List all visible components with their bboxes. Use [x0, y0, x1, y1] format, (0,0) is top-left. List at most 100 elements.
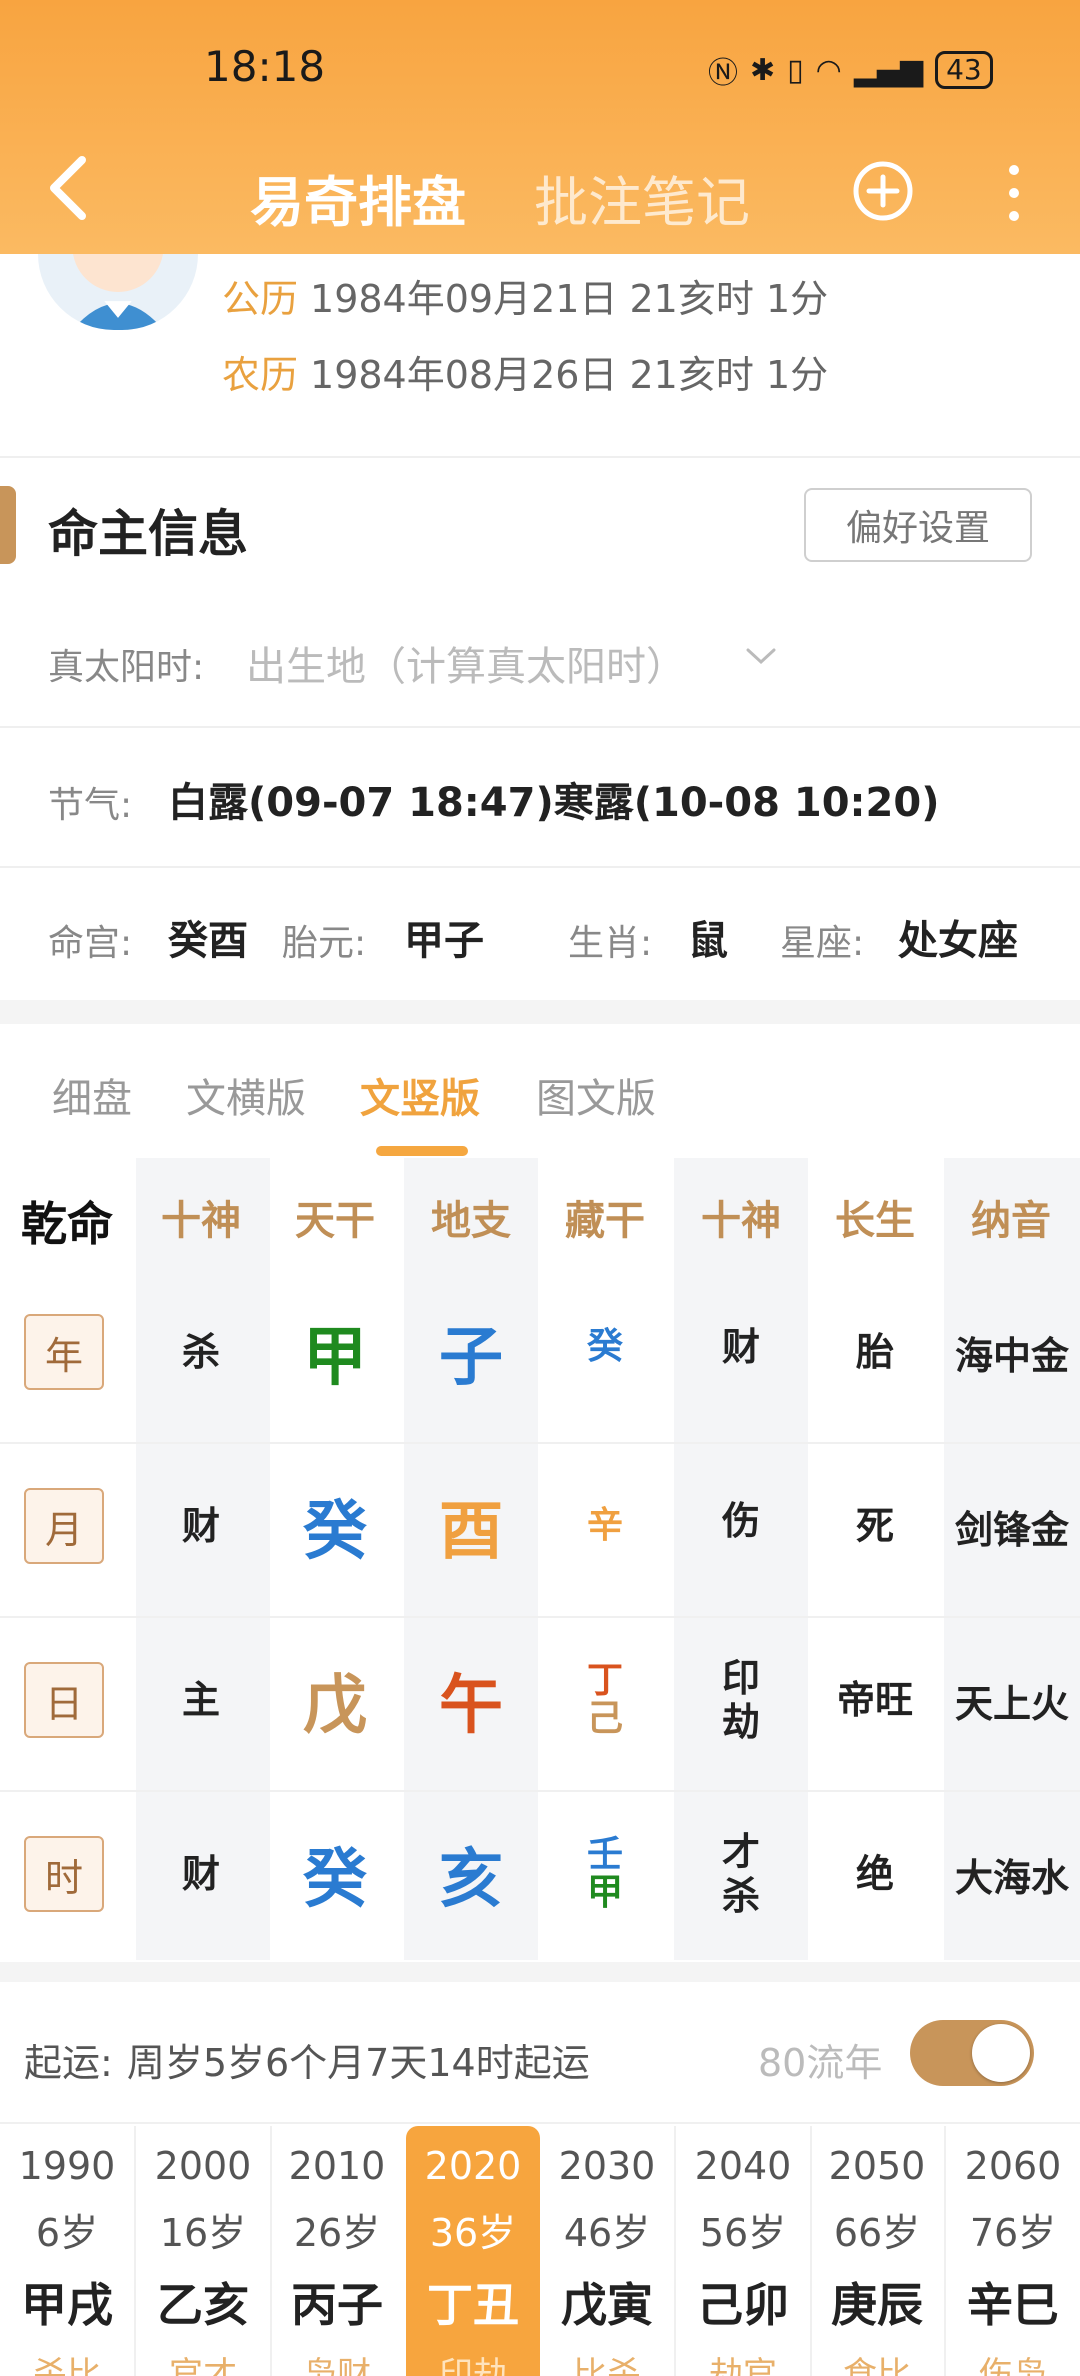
xingzuo-label: 星座: [780, 923, 865, 964]
table-cell: 才 杀 [674, 1794, 808, 1954]
tab-tuwen[interactable]: 图文版 [536, 1066, 656, 1124]
table-cell: 财 [134, 1794, 268, 1954]
dayun-year: 2000 [154, 2144, 252, 2188]
cell-text: 杀 [721, 1874, 760, 1918]
tab-xipan[interactable]: 细盘 [52, 1066, 132, 1124]
dayun-ganzhi: 丁丑 [427, 2278, 519, 2332]
cell-text: 劫 [721, 1700, 760, 1744]
table-cell: 癸 [538, 1272, 672, 1422]
dayun-ganzhi: 庚辰 [831, 2278, 923, 2332]
tab-wenshu[interactable]: 文竖版 [360, 1066, 480, 1124]
xingzuo-value: 处女座 [898, 918, 1018, 964]
cell-text: 胎 [855, 1330, 894, 1374]
lunar-date: 1984年08月26日 21亥时 1分 [310, 353, 829, 397]
cell-zhi: 酉 [439, 1495, 503, 1569]
dayun-year: 2010 [288, 2144, 386, 2188]
cell-gan: 戊 [303, 1669, 367, 1743]
cell-gan: 甲 [303, 1321, 367, 1395]
dayun-ganzhi: 甲戌 [21, 2278, 113, 2332]
tab-pizhu-biji[interactable]: 批注笔记 [534, 158, 750, 237]
dayun-shishen: 食比 [843, 2355, 911, 2376]
dayun-item[interactable]: 2030 46岁 戊寅 比杀 [540, 2126, 674, 2376]
solar-date: 1984年09月21日 21亥时 1分 [310, 277, 829, 321]
chevron-down-icon[interactable] [744, 644, 778, 668]
dayun-age: 26岁 [293, 2211, 381, 2255]
table-cell: 午 [404, 1620, 538, 1780]
cell-nayin: 剑锋金 [954, 1507, 1069, 1552]
table-cell: 胎 [808, 1272, 942, 1432]
dayun-item[interactable]: 2010 26岁 丙子 枭财 [270, 2126, 404, 2376]
table-cell: 海中金 [944, 1272, 1080, 1432]
dayun-year: 2060 [964, 2144, 1062, 2188]
dayun-item[interactable]: 1990 6岁 甲戌 杀比 [0, 2126, 134, 2376]
birthplace-select[interactable]: 出生地（计算真太阳时） [246, 634, 686, 692]
table-cell: 财 [674, 1272, 808, 1422]
section-title: 命主信息 [48, 505, 248, 563]
solar-tag: 公历 [222, 277, 299, 321]
minggong-value: 癸酉 [168, 918, 248, 964]
cell-text: 伤 [721, 1499, 760, 1543]
cell-zhi: 午 [439, 1669, 503, 1743]
dayun-shishen: 枭财 [303, 2355, 371, 2376]
dayun-item[interactable]: 2050 66岁 庚辰 食比 [810, 2126, 944, 2376]
dayun-item[interactable]: 2060 76岁 辛巳 伤枭 [946, 2126, 1080, 2376]
bluetooth-icon: ✱ [750, 52, 776, 88]
dayun-age: 56岁 [699, 2211, 787, 2255]
row-divider [0, 1790, 1080, 1792]
qiyun-label: 起运: [24, 2041, 113, 2085]
nfc-icon: Ⓝ [708, 56, 738, 91]
qiyun-value: 周岁5岁6个月7天14时起运 [126, 2041, 590, 2085]
more-vertical-icon[interactable] [996, 160, 1032, 226]
cell-gan: 癸 [303, 1843, 367, 1917]
divider [0, 2122, 1080, 2124]
dayun-shishen: 劫官 [709, 2355, 777, 2376]
cell-gan: 癸 [303, 1495, 367, 1569]
row-divider [0, 1442, 1080, 1444]
preference-settings-button[interactable]: 偏好设置 [804, 488, 1032, 562]
cell-text: 帝旺 [836, 1678, 913, 1722]
battery-indicator: 43 [935, 51, 993, 89]
dayun-age: 76岁 [969, 2211, 1057, 2255]
tab-yiqi-paipan[interactable]: 易奇排盘 [250, 158, 466, 237]
dayun-item[interactable]: 2040 56岁 己卯 劫官 [676, 2126, 810, 2376]
avatar [38, 254, 198, 330]
qiyun-text: 起运: 周岁5岁6个月7天14时起运 [24, 2032, 590, 2087]
table-cell: 帝旺 [808, 1620, 942, 1780]
cell-canggan: 甲 [586, 1872, 623, 1913]
cell-text: 财 [181, 1852, 220, 1896]
solar-date-row: 公历 1984年09月21日 21亥时 1分 [222, 268, 828, 323]
table-cell: 子 [404, 1272, 538, 1432]
row-label-day: 日 [24, 1662, 104, 1738]
chart-corner-label: 乾命 [21, 1197, 113, 1251]
table-cell: 大海水 [944, 1794, 1080, 1954]
dayun-age: 66岁 [833, 2211, 921, 2255]
dayun-ganzhi: 己卯 [697, 2278, 789, 2332]
dayun-shishen: 杀比 [33, 2355, 101, 2376]
table-cell: 天上火 [944, 1620, 1080, 1780]
dayun-shishen: 官才 [169, 2355, 237, 2376]
status-icons: Ⓝ ✱ ▯ ◠ ▂▄▆ 43 [708, 48, 993, 92]
table-cell: 主 [134, 1620, 268, 1780]
add-circle-icon[interactable] [852, 160, 914, 222]
dayun-year: 2040 [694, 2144, 792, 2188]
status-time: 18:18 [204, 42, 326, 91]
header-tiangan: 天干 [295, 1198, 375, 1244]
cell-text: 死 [855, 1504, 894, 1548]
cell-text: 杀 [181, 1330, 220, 1374]
row-label-hour: 时 [24, 1836, 104, 1912]
dayun-item-active[interactable]: 2020 36岁 丁丑 印劫 [406, 2126, 540, 2376]
table-cell: 酉 [404, 1446, 538, 1606]
back-arrow-icon[interactable] [38, 148, 98, 228]
cell-canggan: 丁 [586, 1660, 623, 1701]
cell-canggan: 己 [586, 1698, 623, 1739]
tab-wenheng[interactable]: 文横版 [186, 1066, 306, 1124]
true-solar-label: 真太阳时: [48, 647, 205, 688]
active-tab-indicator [376, 1146, 468, 1156]
liunian-toggle[interactable] [910, 2020, 1034, 2086]
dayun-ganzhi: 辛巳 [967, 2278, 1059, 2332]
dayun-item[interactable]: 2000 16岁 乙亥 官才 [136, 2126, 270, 2376]
dayun-ganzhi: 丙子 [291, 2278, 383, 2332]
minggong-label: 命宫: [48, 923, 133, 964]
dayun-age: 36岁 [429, 2211, 517, 2255]
dayun-year: 2030 [558, 2144, 656, 2188]
